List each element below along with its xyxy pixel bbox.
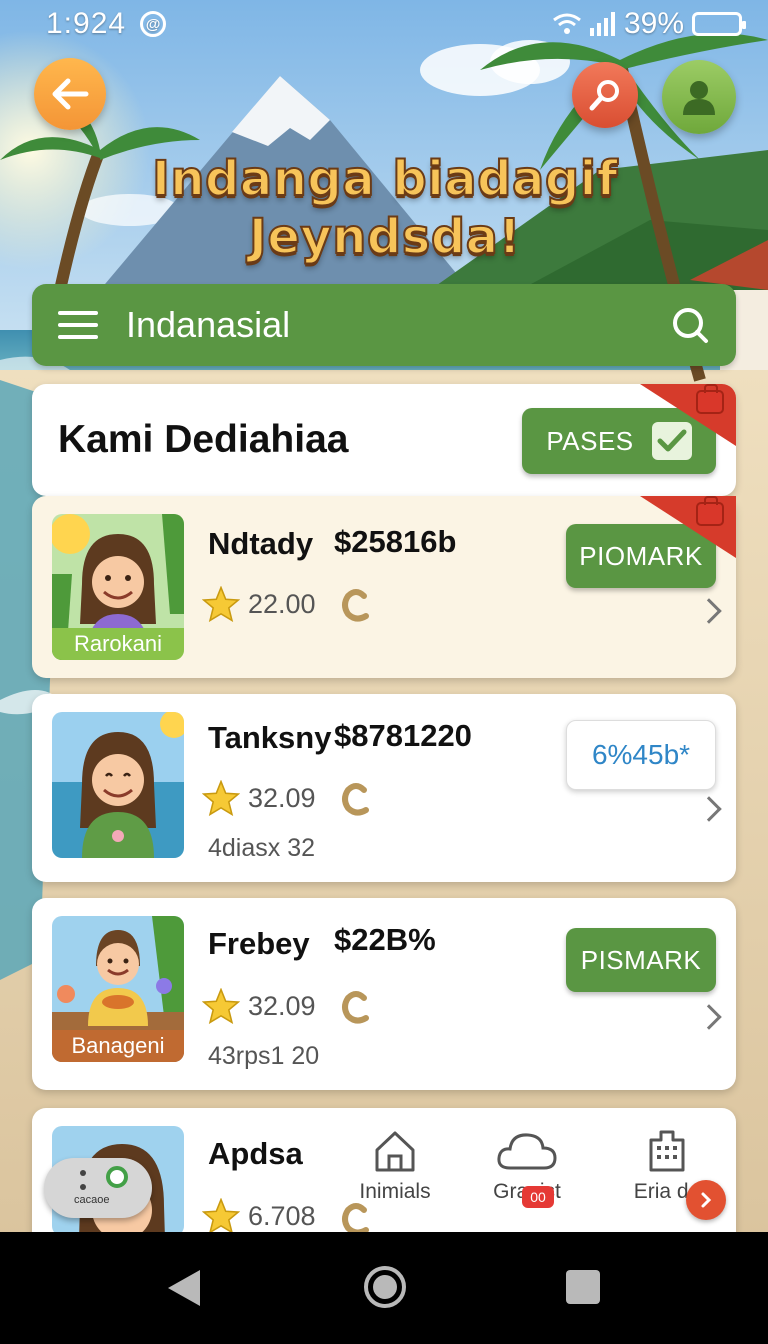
coin-icon: [342, 783, 369, 816]
system-navigation-bar: [0, 1232, 768, 1344]
search-label: Indanasial: [126, 304, 291, 345]
back-button[interactable]: [34, 58, 106, 130]
notification-badge: 00: [522, 1186, 554, 1208]
nav-item-cloud[interactable]: Granist 00: [472, 1120, 582, 1208]
system-recents-icon[interactable]: [566, 1270, 600, 1304]
item-rating: 32.09: [202, 988, 316, 1024]
shopping-bag-icon: [696, 496, 724, 526]
notification-icon: @: [140, 11, 167, 37]
nav-label: Inimials: [359, 1180, 431, 1203]
chevron-right-icon: [701, 1192, 712, 1208]
status-time: 1:924: [46, 7, 127, 40]
floating-widget[interactable]: cacaoe: [44, 1158, 152, 1218]
list-item[interactable]: Tanksny $8781220 32.09 4diasx 32 6%45b*: [32, 694, 736, 882]
search-bar[interactable]: Indanasial: [32, 284, 736, 366]
search-icon[interactable]: [670, 305, 710, 345]
item-subtext: 4diasx 32: [208, 834, 316, 862]
rating-value: 32.09: [248, 782, 316, 813]
shopping-bag-icon: [696, 384, 724, 414]
chevron-right-icon[interactable]: [696, 796, 722, 822]
status-indicators: 39%: [552, 7, 746, 41]
item-price: $25816b: [334, 524, 457, 559]
item-rating: 6.708: [202, 1198, 316, 1234]
drag-handle-icon[interactable]: [80, 1170, 88, 1190]
thumbnail-label: Rarokani: [52, 628, 184, 660]
item-rating: 32.09: [202, 780, 316, 816]
coin-icon: [342, 991, 369, 1024]
item-discount-button[interactable]: 6%45b*: [566, 720, 716, 790]
battery-percent: 39%: [623, 7, 684, 40]
header-search-button[interactable]: [572, 62, 638, 128]
hero-title-line1: Indanga biadagif: [151, 150, 619, 208]
rating-value: 6.708: [248, 1200, 316, 1231]
list-item[interactable]: Banageni Frebey $22B% 32.09 43rps1 20 PI…: [32, 898, 736, 1090]
star-icon: [202, 988, 240, 1024]
item-name: Apdsa: [208, 1136, 303, 1171]
profile-button[interactable]: [662, 60, 736, 134]
item-thumbnail: Rarokani: [52, 514, 184, 660]
item-name: Ndtady: [208, 526, 314, 561]
nav-item-home[interactable]: Inimials: [340, 1120, 450, 1204]
pases-label: PASES: [546, 425, 634, 456]
chevron-right-icon[interactable]: [696, 598, 722, 624]
building-icon: [649, 1130, 685, 1172]
hero-title-line2: Jeyndsda!: [248, 208, 521, 266]
magnifier-icon: [589, 80, 619, 111]
hamburger-icon[interactable]: [58, 311, 98, 339]
section-title: Kami Dediahiaa: [58, 418, 349, 461]
star-icon: [202, 780, 240, 816]
battery-icon: [692, 12, 746, 36]
bottom-nav: Inimials Granist 00 Eria da: [340, 1120, 736, 1230]
item-rating: 22.00: [202, 586, 316, 622]
system-home-icon[interactable]: [364, 1266, 406, 1308]
cloud-icon: [497, 1133, 557, 1170]
wifi-icon: [553, 13, 581, 34]
status-bar: 1:924 @ 39%: [0, 0, 768, 48]
item-thumbnail: Banageni: [52, 916, 184, 1062]
signal-icon: [589, 12, 615, 36]
item-price: $8781220: [334, 718, 472, 753]
item-name: Frebey: [208, 926, 310, 961]
widget-label: cacaoe: [74, 1194, 110, 1206]
star-icon: [202, 586, 240, 622]
section-header: Kami Dediahiaa PASES: [32, 384, 736, 496]
chevron-right-icon[interactable]: [696, 1004, 722, 1030]
next-button[interactable]: [686, 1180, 726, 1220]
item-action-button[interactable]: PISMARK: [566, 928, 716, 992]
hero-title: Indanga biadagif Jeyndsda!: [90, 150, 680, 266]
person-icon: [683, 81, 715, 115]
item-price: $22B%: [334, 922, 436, 957]
item-name: Tanksny: [208, 720, 332, 755]
home-icon: [375, 1131, 415, 1172]
item-thumbnail: [52, 712, 184, 858]
status-ring-icon: [106, 1166, 128, 1188]
rating-value: 32.09: [248, 990, 316, 1021]
system-back-icon[interactable]: [168, 1270, 200, 1306]
rating-value: 22.00: [248, 588, 316, 619]
thumbnail-label: Banageni: [52, 1030, 184, 1062]
item-subtext: 43rps1 20: [208, 1042, 320, 1070]
arrow-left-icon: [52, 78, 89, 110]
star-icon: [202, 1198, 240, 1234]
coin-icon: [342, 589, 369, 622]
list-item[interactable]: Rarokani Ndtady $25816b 22.00 PIOMARK: [32, 496, 736, 678]
